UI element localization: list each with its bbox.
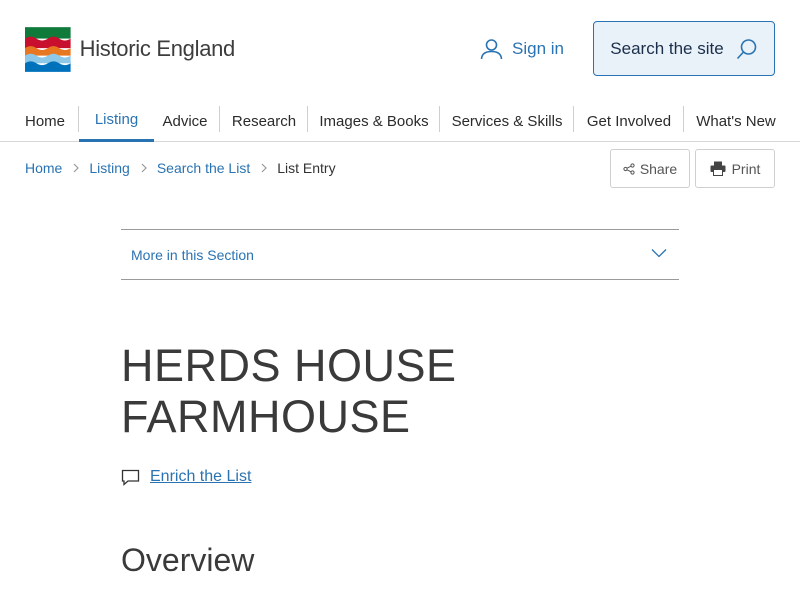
enrich-the-list-label: Enrich the List: [150, 468, 252, 485]
breadcrumb: Home Listing Search the List List Entry: [25, 155, 336, 181]
chevron-down-icon: [651, 249, 667, 258]
chevron-right-icon: [141, 163, 147, 173]
nav-divider: [307, 106, 308, 132]
nav-services-skills[interactable]: Services & Skills: [452, 100, 563, 142]
search-site-label: Search the site: [610, 38, 724, 58]
nav-divider: [683, 106, 684, 132]
more-in-section-toggle[interactable]: More in this Section: [121, 229, 679, 280]
sign-in-link[interactable]: Sign in: [480, 34, 564, 64]
nav-divider: [439, 106, 440, 132]
chevron-right-icon: [261, 163, 268, 173]
nav-listing[interactable]: Listing: [79, 100, 154, 142]
nav-advice[interactable]: Advice: [162, 100, 208, 142]
share-button[interactable]: Share: [610, 149, 690, 188]
search-icon: [736, 38, 757, 59]
nav-images-books[interactable]: Images & Books: [319, 100, 428, 142]
nav-home[interactable]: Home: [25, 100, 65, 142]
printer-icon: [710, 161, 726, 176]
historic-england-logo-icon: [25, 26, 71, 72]
share-label: Share: [639, 160, 678, 177]
overview-heading: Overview: [121, 542, 255, 578]
enrich-the-list-link[interactable]: Enrich the List: [121, 465, 251, 489]
breadcrumb-current: List Entry: [277, 160, 336, 176]
logo-link[interactable]: Historic England: [25, 25, 235, 73]
chevron-right-icon: [73, 163, 80, 173]
comment-icon: [121, 469, 140, 486]
nav-divider: [573, 106, 574, 132]
search-site-button[interactable]: Search the site: [593, 21, 775, 76]
nav-whats-new[interactable]: What's New: [696, 100, 776, 142]
print-label: Print: [731, 160, 761, 177]
page-title: HERDS HOUSE FARMHOUSE: [121, 340, 457, 442]
print-button[interactable]: Print: [695, 149, 775, 188]
user-icon: [480, 39, 503, 60]
breadcrumb-listing[interactable]: Listing: [89, 160, 129, 176]
sign-in-label: Sign in: [512, 39, 564, 58]
breadcrumb-home[interactable]: Home: [25, 160, 62, 176]
nav-get-involved[interactable]: Get Involved: [586, 100, 672, 142]
main-nav: Home Listing Advice Research Images & Bo…: [0, 100, 800, 142]
share-icon: [623, 162, 635, 175]
nav-divider: [219, 106, 220, 132]
more-in-section-label: More in this Section: [131, 246, 254, 263]
breadcrumb-search-the-list[interactable]: Search the List: [157, 160, 250, 176]
nav-divider: [78, 106, 79, 132]
logo-text: Historic England: [79, 36, 236, 61]
nav-research[interactable]: Research: [232, 100, 296, 142]
